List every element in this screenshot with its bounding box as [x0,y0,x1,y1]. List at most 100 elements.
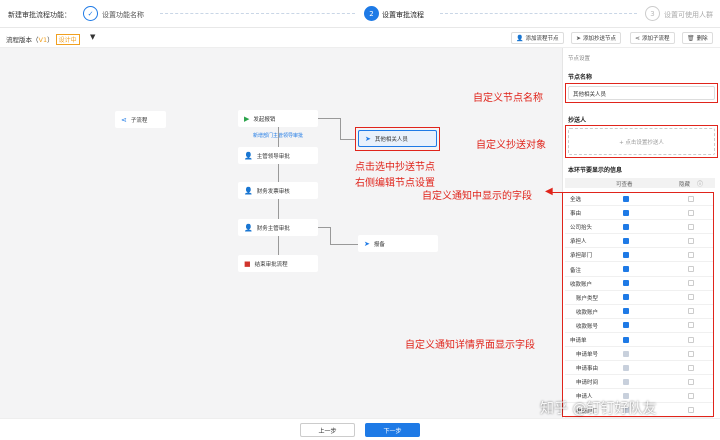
user-icon: 👤 [244,151,253,160]
connector [340,118,341,139]
end-node[interactable]: ■ 结束审批流程 [238,255,318,272]
field-visible-checkbox[interactable] [623,322,629,329]
version-close: ） [47,36,54,44]
field-label: 备注 [570,267,582,274]
annotation-click-cc: 点击选中抄送节点 [355,162,435,173]
field-hidden-checkbox[interactable] [688,280,694,287]
connector [278,236,279,255]
approval-node-3[interactable]: 👤 财务主管审批 [238,219,318,236]
field-hidden-checkbox[interactable] [688,308,694,315]
step-2-indicator[interactable]: 2 [364,6,379,21]
field-hidden-checkbox[interactable] [688,237,694,244]
field-visible-checkbox[interactable] [623,336,629,343]
send-icon: ➤ [364,239,370,248]
field-hidden-checkbox[interactable] [688,392,694,399]
add-subflow-button[interactable]: ⋖ 添加子流程 [630,32,675,44]
field-hidden-checkbox[interactable] [688,195,694,202]
field-hidden-checkbox[interactable] [688,350,694,357]
send-icon: ➤ [576,34,582,42]
connector [318,227,330,228]
field-label: 承担部门 [570,253,593,260]
field-visible-checkbox[interactable] [623,294,629,301]
field-visible-checkbox[interactable] [623,223,629,230]
step-1-label[interactable]: 设置功能名称 [102,10,144,20]
field-hidden-checkbox[interactable] [688,364,694,371]
field-label: 收款账号 [576,323,599,330]
field-label: 承担人 [570,239,587,246]
field-hidden-checkbox[interactable] [688,336,694,343]
step-connector [440,13,637,14]
field-label: 全选 [570,197,582,203]
field-label: 申请单 [570,338,587,344]
field-visible-checkbox[interactable] [623,266,629,272]
field-label: 公司抬头 [570,225,593,232]
row-divider [565,275,713,277]
col-visible: 可查看 [616,182,633,188]
row-divider [565,360,713,362]
field-visible-checkbox[interactable] [623,195,629,202]
user-icon: 👤 [244,186,253,195]
prev-step-button[interactable]: 上一步 [300,423,355,437]
help-icon[interactable]: ⓘ [697,179,703,188]
add-cc-node-button[interactable]: ➤ 添加抄送节点 [571,32,622,44]
approval-node-2[interactable]: 👤 财务发票审核 [238,182,318,199]
row-divider [565,388,713,390]
field-visible-checkbox[interactable] [623,251,629,258]
stop-icon: ■ [244,259,251,268]
connector [278,199,279,219]
footer-bar [0,418,720,440]
row-divider [565,346,713,347]
add-flow-node-button[interactable]: 👤 添加流程节点 [511,32,564,44]
trash-icon: 🗑 [687,34,695,42]
step-2-label[interactable]: 设置审批流程 [382,10,424,20]
field-visible-checkbox[interactable] [623,237,629,244]
start-node[interactable]: ▶ 发起报销 [238,110,318,127]
row-divider [565,289,713,291]
connector [278,127,279,147]
cc-add-button[interactable]: + 点击设置抄送人 [568,128,715,155]
cc-node-selected[interactable]: ➤ 其他相关人员 [358,130,437,147]
row-divider [565,233,713,235]
send-icon: ➤ [365,134,371,143]
annotation-notify-fields: 自定义通知中显示的字段 [422,191,532,202]
field-label: 事由 [570,211,582,218]
node-name-label: 节点名称 [568,74,593,81]
field-hidden-checkbox[interactable] [688,407,694,413]
step-1-indicator[interactable]: ✓ [83,6,98,21]
version-info: 流程版本（V1） 设计中 [6,34,80,45]
subflow-node[interactable]: ⋖ 子流程 [115,111,166,128]
connector [278,164,279,182]
field-hidden-checkbox[interactable] [688,209,694,216]
step-3-label[interactable]: 设置可使用人群 [664,10,713,20]
field-visible-checkbox[interactable] [623,364,629,371]
connector [330,227,331,244]
field-visible-checkbox[interactable] [623,209,629,216]
annotation-node-name: 自定义节点名称 [473,93,543,104]
field-visible-checkbox[interactable] [623,350,629,357]
field-hidden-checkbox[interactable] [688,322,694,329]
next-step-button[interactable]: 下一步 [365,423,420,437]
cc-node-report[interactable]: ➤ 报备 [358,235,438,252]
field-visible-checkbox[interactable] [623,280,629,287]
field-hidden-checkbox[interactable] [688,223,694,230]
field-hidden-checkbox[interactable] [688,266,694,272]
version-dropdown-icon[interactable]: ▼ [90,33,95,41]
field-hidden-checkbox[interactable] [688,251,694,258]
col-hidden: 隐藏 [679,182,691,188]
node-name-input[interactable]: 其他相关人员 [568,86,715,100]
field-hidden-checkbox[interactable] [688,378,694,385]
fields-label: 本环节要显示的信息 [568,167,623,174]
field-label: 收款账户 [570,281,593,288]
field-hidden-checkbox[interactable] [688,294,694,301]
row-divider [565,374,713,376]
fields-header [565,178,715,188]
field-visible-checkbox[interactable] [623,378,629,385]
approval-node-1[interactable]: 👤 主管领导审批 [238,147,318,164]
delete-button[interactable]: 🗑 删除 [682,32,713,44]
field-label: 申请事由 [576,366,599,373]
step-3-indicator[interactable]: 3 [645,6,660,21]
watermark: 知乎 @钉钉好队友 [540,401,657,417]
field-visible-checkbox[interactable] [623,308,629,315]
annotation-cc-target: 自定义抄送对象 [476,140,546,151]
row-divider [565,303,713,305]
